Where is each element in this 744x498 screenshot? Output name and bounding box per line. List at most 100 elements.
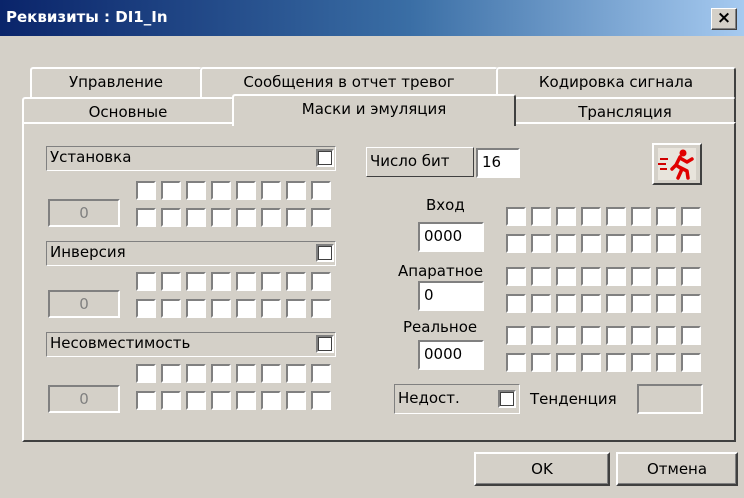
bit-checkbox[interactable] (631, 207, 651, 226)
bit-checkbox[interactable] (506, 234, 526, 253)
bit-checkbox[interactable] (211, 272, 231, 291)
bit-checkbox[interactable] (531, 267, 551, 286)
unavailable-checkbox[interactable] (498, 390, 516, 408)
bit-checkbox[interactable] (581, 267, 601, 286)
bit-checkbox[interactable] (531, 207, 551, 226)
bit-checkbox[interactable] (161, 299, 181, 318)
bit-checkbox[interactable] (681, 207, 701, 226)
bit-checkbox[interactable] (606, 234, 626, 253)
bit-checkbox[interactable] (656, 234, 676, 253)
bit-checkbox[interactable] (186, 272, 206, 291)
bit-checkbox[interactable] (236, 181, 256, 200)
bit-checkbox[interactable] (236, 391, 256, 410)
mask-checkbox-inversion[interactable] (316, 244, 334, 262)
bit-checkbox[interactable] (631, 234, 651, 253)
bit-checkbox[interactable] (236, 208, 256, 227)
bit-checkbox[interactable] (136, 181, 156, 200)
bit-checkbox[interactable] (656, 207, 676, 226)
bit-checkbox[interactable] (311, 181, 331, 200)
bit-checkbox[interactable] (531, 294, 551, 313)
bit-checkbox[interactable] (211, 181, 231, 200)
bit-checkbox[interactable] (186, 299, 206, 318)
bit-checkbox[interactable] (211, 208, 231, 227)
bit-checkbox[interactable] (506, 267, 526, 286)
bit-checkbox[interactable] (606, 294, 626, 313)
bit-checkbox[interactable] (161, 272, 181, 291)
bit-checkbox[interactable] (286, 391, 306, 410)
emulate-button[interactable] (652, 143, 702, 185)
bit-checkbox[interactable] (606, 353, 626, 372)
bit-checkbox[interactable] (581, 234, 601, 253)
bit-checkbox[interactable] (681, 353, 701, 372)
bit-checkbox[interactable] (311, 272, 331, 291)
bit-checkbox[interactable] (556, 207, 576, 226)
bit-checkbox[interactable] (656, 267, 676, 286)
bit-checkbox[interactable] (211, 299, 231, 318)
bit-checkbox[interactable] (286, 272, 306, 291)
bit-checkbox[interactable] (186, 391, 206, 410)
bit-checkbox[interactable] (186, 364, 206, 383)
bit-checkbox[interactable] (211, 391, 231, 410)
mask-checkbox-incompat[interactable] (316, 335, 334, 353)
bit-checkbox[interactable] (211, 364, 231, 383)
bit-checkbox[interactable] (136, 208, 156, 227)
cancel-button[interactable]: Отмена (616, 452, 738, 486)
bit-checkbox[interactable] (186, 181, 206, 200)
bit-checkbox[interactable] (286, 299, 306, 318)
bit-checkbox[interactable] (631, 326, 651, 345)
bit-checkbox[interactable] (581, 353, 601, 372)
bit-checkbox[interactable] (606, 207, 626, 226)
bit-checkbox[interactable] (286, 364, 306, 383)
bit-checkbox[interactable] (286, 208, 306, 227)
bit-checkbox[interactable] (261, 181, 281, 200)
bit-checkbox[interactable] (261, 299, 281, 318)
bit-checkbox[interactable] (581, 294, 601, 313)
bit-checkbox[interactable] (606, 326, 626, 345)
bit-checkbox[interactable] (631, 294, 651, 313)
bit-checkbox[interactable] (531, 234, 551, 253)
bit-checkbox[interactable] (506, 353, 526, 372)
bit-checkbox[interactable] (556, 234, 576, 253)
bit-checkbox[interactable] (311, 364, 331, 383)
bit-checkbox[interactable] (681, 267, 701, 286)
bit-checkbox[interactable] (236, 299, 256, 318)
bit-checkbox[interactable] (136, 272, 156, 291)
bit-checkbox[interactable] (506, 207, 526, 226)
bit-checkbox[interactable] (161, 391, 181, 410)
real-value-field[interactable]: 0000 (418, 340, 484, 370)
bit-checkbox[interactable] (531, 353, 551, 372)
bit-checkbox[interactable] (136, 299, 156, 318)
bit-checkbox[interactable] (556, 294, 576, 313)
bits-count-field[interactable]: 16 (476, 148, 520, 178)
bit-checkbox[interactable] (136, 391, 156, 410)
bit-checkbox[interactable] (261, 364, 281, 383)
bit-checkbox[interactable] (311, 208, 331, 227)
bit-checkbox[interactable] (161, 208, 181, 227)
bit-checkbox[interactable] (506, 326, 526, 345)
bit-checkbox[interactable] (261, 391, 281, 410)
bit-checkbox[interactable] (311, 391, 331, 410)
bit-checkbox[interactable] (261, 272, 281, 291)
bit-checkbox[interactable] (681, 326, 701, 345)
bit-checkbox[interactable] (186, 208, 206, 227)
bit-checkbox[interactable] (531, 326, 551, 345)
bit-checkbox[interactable] (506, 294, 526, 313)
bit-checkbox[interactable] (656, 353, 676, 372)
bit-checkbox[interactable] (161, 364, 181, 383)
bit-checkbox[interactable] (581, 326, 601, 345)
bit-checkbox[interactable] (556, 267, 576, 286)
bit-checkbox[interactable] (236, 364, 256, 383)
bit-checkbox[interactable] (236, 272, 256, 291)
bit-checkbox[interactable] (581, 207, 601, 226)
bit-checkbox[interactable] (556, 353, 576, 372)
bit-checkbox[interactable] (136, 364, 156, 383)
bit-checkbox[interactable] (681, 294, 701, 313)
bit-checkbox[interactable] (286, 181, 306, 200)
ok-button[interactable]: OK (474, 452, 610, 486)
bit-checkbox[interactable] (681, 234, 701, 253)
bit-checkbox[interactable] (606, 267, 626, 286)
mask-checkbox-set[interactable] (316, 149, 334, 167)
hardware-value-field[interactable]: 0 (418, 281, 484, 311)
bit-checkbox[interactable] (261, 208, 281, 227)
bit-checkbox[interactable] (311, 299, 331, 318)
